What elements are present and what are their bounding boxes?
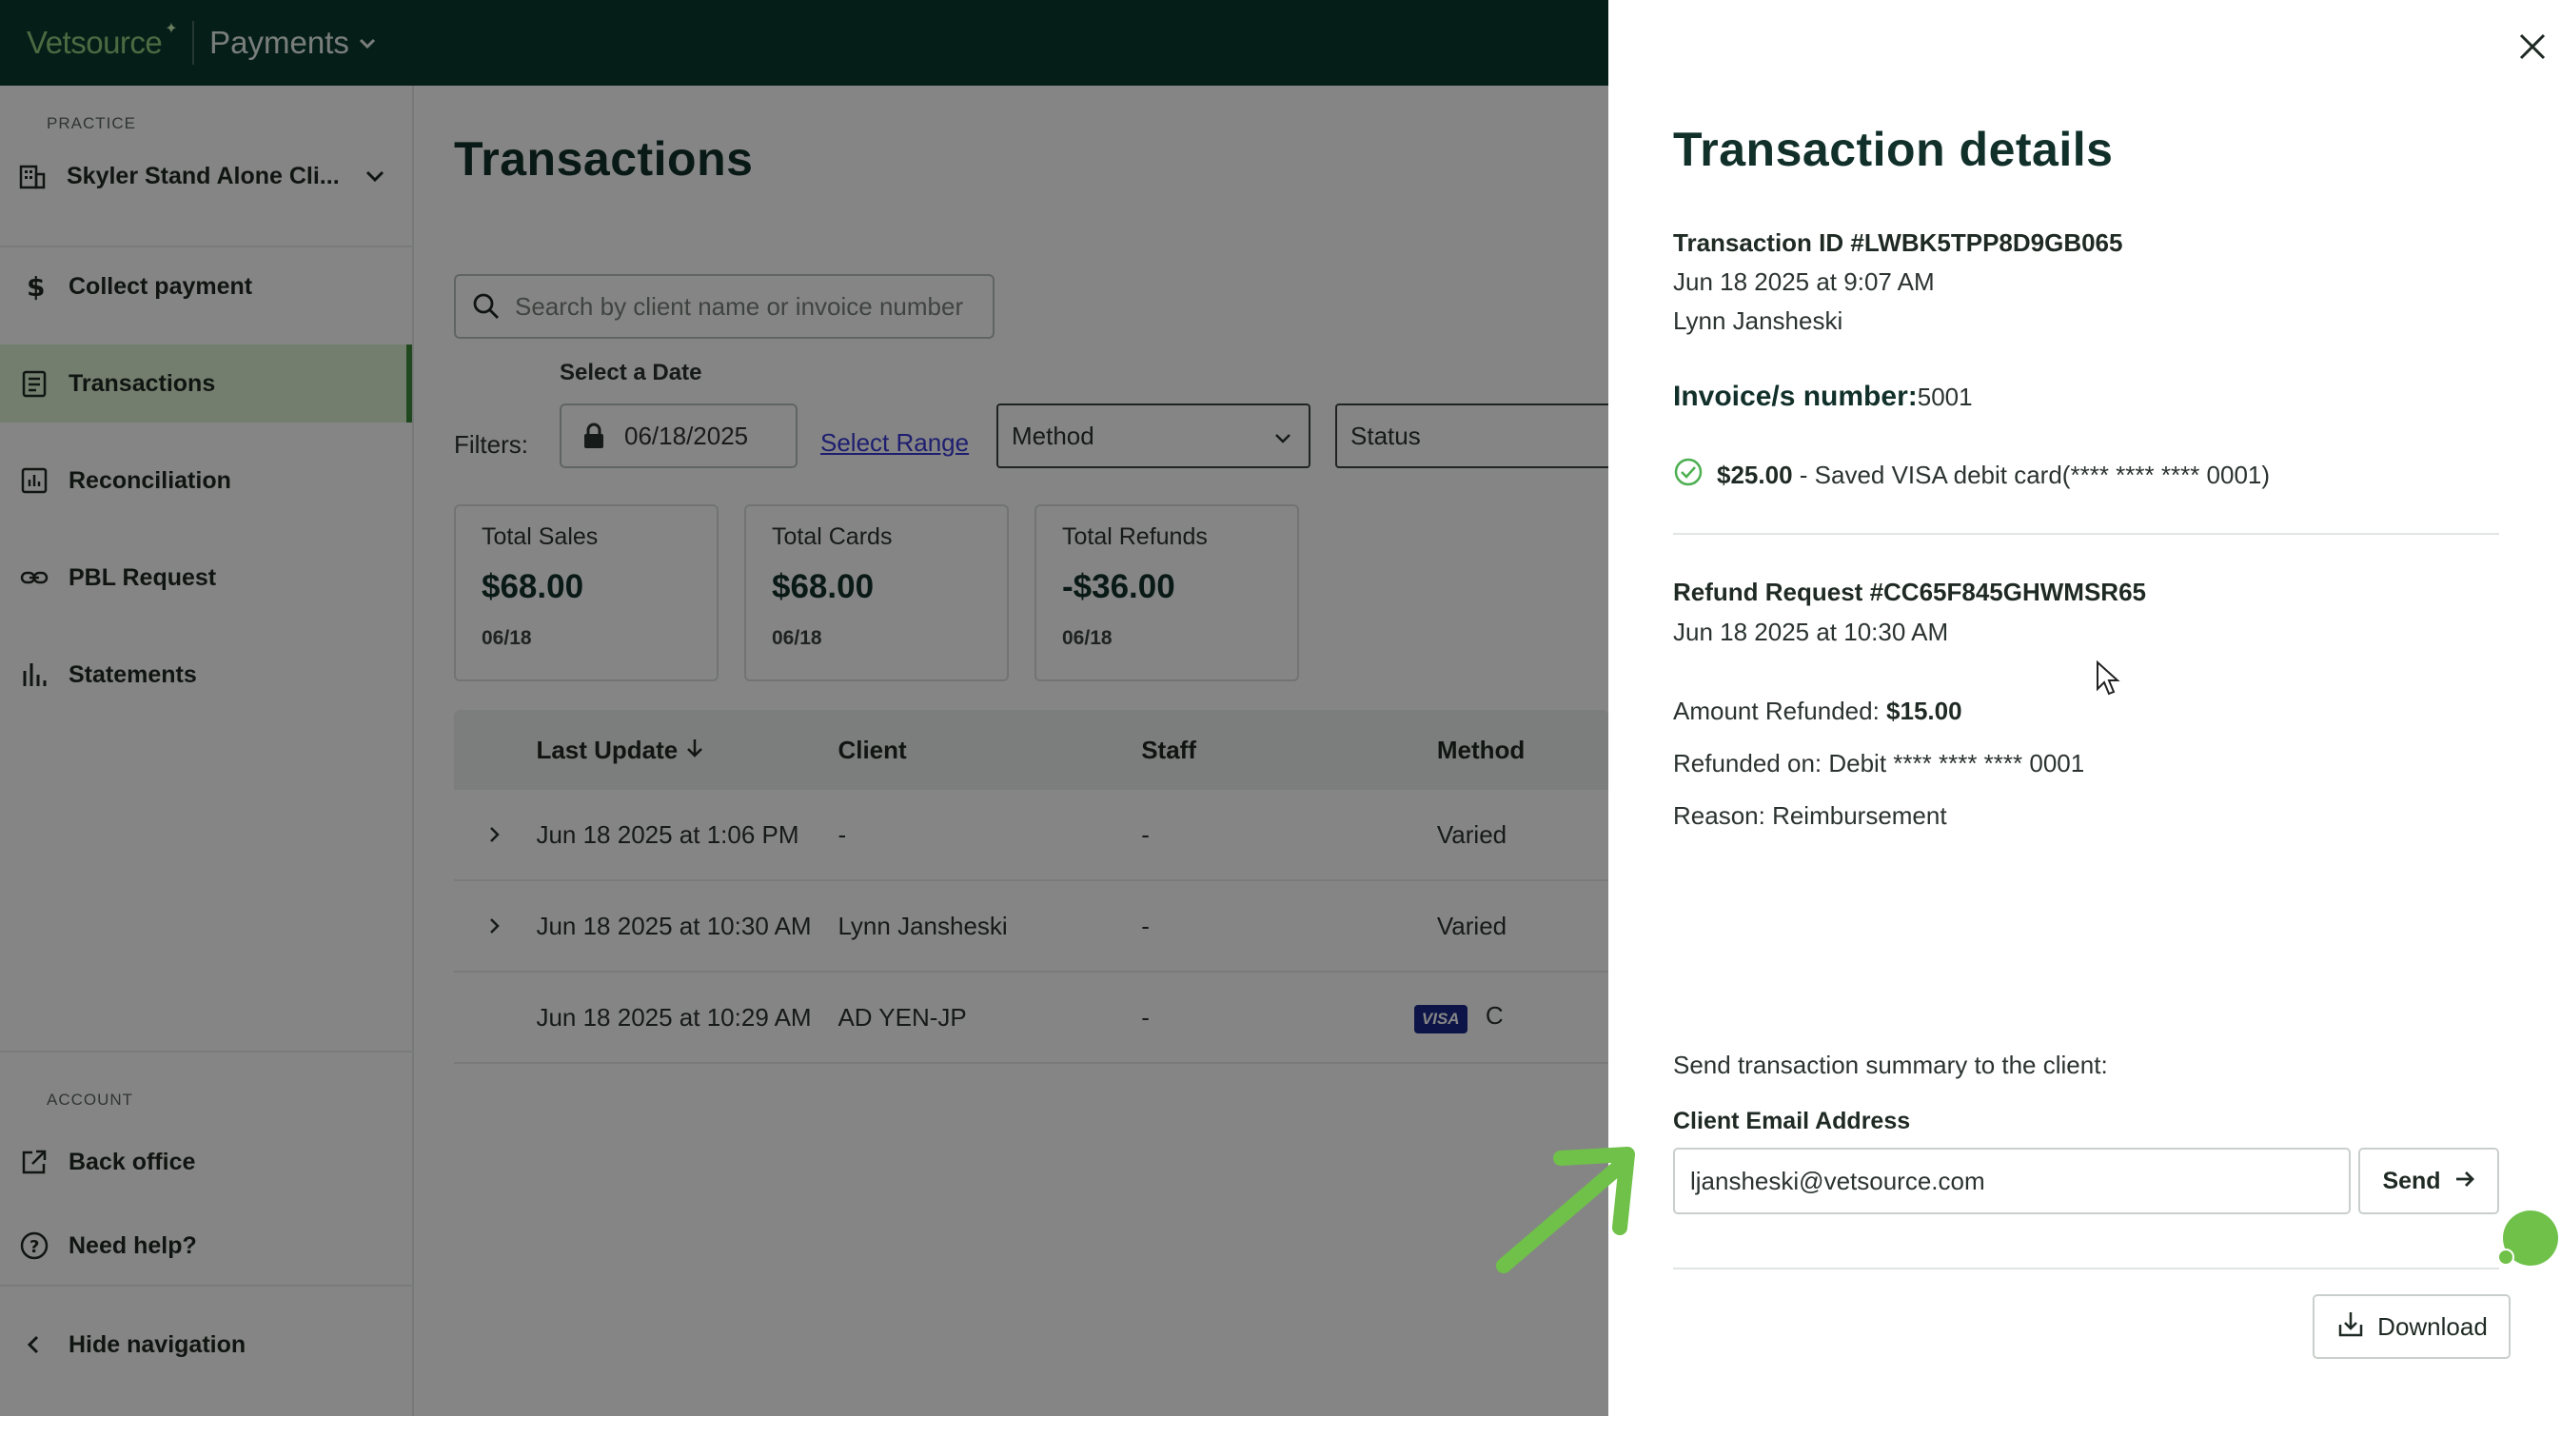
invoice-number-value: 5001 [1917,383,1973,411]
transaction-client: Lynn Jansheski [1673,306,1843,335]
download-button[interactable]: Download [2313,1294,2511,1359]
close-button[interactable] [2511,27,2554,70]
amount-refunded-value: $15.00 [1886,697,1962,725]
payment-line: $25.00 - Saved VISA debit card(**** ****… [1673,457,2270,494]
send-summary-text: Send transaction summary to the client: [1673,1051,2108,1079]
arrow-right-icon [2454,1168,2475,1195]
transaction-id: Transaction ID #LWBK5TPP8D9GB065 [1673,228,2123,257]
refunded-on: Refunded on: Debit **** **** **** 0001 [1673,749,2085,777]
status-dot-icon [2497,1249,2514,1266]
annotation-arrow-icon [1494,1147,1637,1275]
download-button-label: Download [2377,1311,2488,1341]
section-divider [1673,1268,2499,1269]
drawer-title: Transaction details [1673,123,2114,176]
download-icon [2335,1308,2366,1346]
refund-date: Jun 18 2025 at 10:30 AM [1673,618,1949,646]
section-divider [1673,533,2499,535]
send-button[interactable]: Send [2358,1148,2499,1214]
transaction-details-drawer: Transaction details Transaction ID #LWBK… [1608,0,2561,1416]
bottom-strip [0,1416,2561,1456]
amount-refunded-label: Amount Refunded: [1673,697,1887,725]
send-button-label: Send [2382,1167,2441,1194]
invoice-number-label: Invoice/s number: [1673,381,1918,412]
payment-description: - Saved VISA debit card(**** **** **** 0… [1792,461,2271,489]
refund-reason: Reason: Reimbursement [1673,801,1947,830]
client-email-input[interactable] [1673,1148,2351,1214]
modal-backdrop[interactable] [0,0,1608,1416]
check-circle-icon [1673,457,1704,494]
transaction-date: Jun 18 2025 at 9:07 AM [1673,267,1935,296]
app-shell: Vetsource ✦ Payments PRACTICE Skyler Stan… [0,0,1608,1416]
mouse-cursor-icon [2096,659,2120,697]
invoice-number: Invoice/s number:5001 [1673,381,1973,413]
amount-refunded: Amount Refunded: $15.00 [1673,697,1962,726]
close-icon [2517,31,2548,67]
payment-amount: $25.00 [1717,461,1793,489]
email-label: Client Email Address [1673,1108,1911,1134]
refund-request-id: Refund Request #CC65F845GHWMSR65 [1673,578,2146,606]
